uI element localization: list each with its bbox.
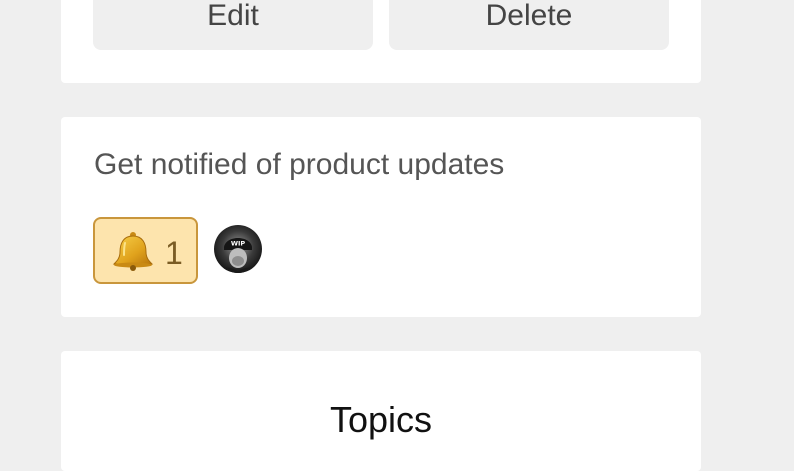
avatar-badge-text: WIP [231, 240, 246, 248]
delete-button[interactable]: Delete [389, 0, 669, 50]
topics-title: Topics [329, 399, 433, 440]
actions-card: Edit Delete [61, 0, 701, 83]
notify-card: Get notified of product updates 1 WIP [61, 117, 701, 317]
edit-button[interactable]: Edit [93, 0, 373, 50]
avatar[interactable]: WIP [214, 225, 262, 273]
topics-card: Topics [61, 351, 701, 471]
notify-title: Get notified of product updates [94, 148, 505, 181]
bell-icon [111, 231, 155, 271]
reaction-count: 1 [165, 235, 183, 271]
bell-reaction-button[interactable]: 1 [93, 217, 198, 284]
